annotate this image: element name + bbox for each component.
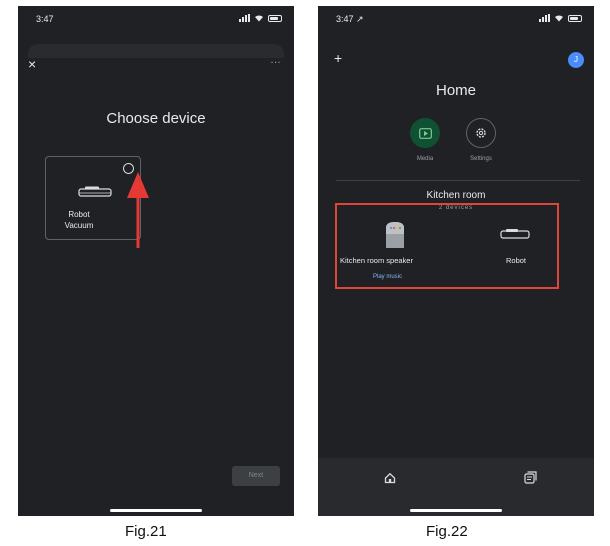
room-title[interactable]: Kitchen room	[318, 190, 594, 201]
status-icons	[239, 14, 282, 22]
divider	[336, 180, 580, 181]
settings-chip-label: Settings	[470, 156, 492, 162]
status-time: 3:47	[36, 14, 54, 24]
robot-vacuum-icon	[78, 186, 112, 197]
bottom-nav	[318, 458, 594, 516]
status-bar: 3:47 ↗	[318, 6, 594, 32]
device-tile-speaker[interactable]: Kitchen room speaker	[340, 256, 413, 265]
smart-speaker-icon	[386, 222, 404, 248]
page-title: Choose device	[106, 110, 206, 127]
phone-screen-choose-device: 3:47 × … Choose device Robot Vacuum Next	[18, 6, 294, 516]
device-label-line1: Robot	[68, 210, 90, 219]
figure-caption: Fig.22	[426, 523, 468, 540]
device-label-line2: Vacuum	[64, 221, 94, 230]
play-music-link[interactable]: Play music	[373, 274, 402, 280]
add-icon[interactable]: +	[334, 50, 342, 66]
battery-icon	[568, 14, 582, 22]
battery-icon	[268, 14, 282, 22]
sheet-header	[28, 44, 284, 58]
status-icons	[539, 14, 582, 22]
device-label: Robot Vacuum	[46, 209, 112, 231]
media-chip[interactable]	[410, 118, 440, 148]
settings-chip[interactable]	[466, 118, 496, 148]
gear-icon	[476, 128, 486, 138]
signal-icon	[539, 14, 550, 22]
home-indicator[interactable]	[410, 509, 502, 512]
device-tile-robot[interactable]: Robot	[506, 256, 526, 265]
status-bar: 3:47	[18, 6, 294, 32]
wifi-icon	[555, 15, 563, 22]
annotation-arrow	[127, 172, 149, 248]
close-icon[interactable]: ×	[28, 56, 36, 72]
home-indicator[interactable]	[110, 509, 202, 512]
status-time: 3:47 ↗	[336, 14, 364, 24]
next-button[interactable]: Next	[232, 466, 280, 486]
signal-icon	[239, 14, 250, 22]
wifi-icon	[255, 15, 263, 22]
avatar[interactable]: J	[568, 52, 584, 68]
phone-screen-home: 3:47 ↗ + J Home Media Settings Kitchen r…	[318, 6, 594, 516]
robot-vacuum-icon	[500, 229, 530, 239]
figure-caption: Fig.21	[125, 523, 167, 540]
annotation-highlight-box	[335, 203, 559, 289]
page-title: Home	[435, 82, 476, 99]
more-options-icon[interactable]: …	[270, 54, 282, 66]
feed-icon[interactable]	[524, 471, 537, 484]
media-chip-label: Media	[416, 156, 434, 162]
home-icon[interactable]	[384, 472, 396, 484]
media-play-icon	[418, 127, 432, 139]
